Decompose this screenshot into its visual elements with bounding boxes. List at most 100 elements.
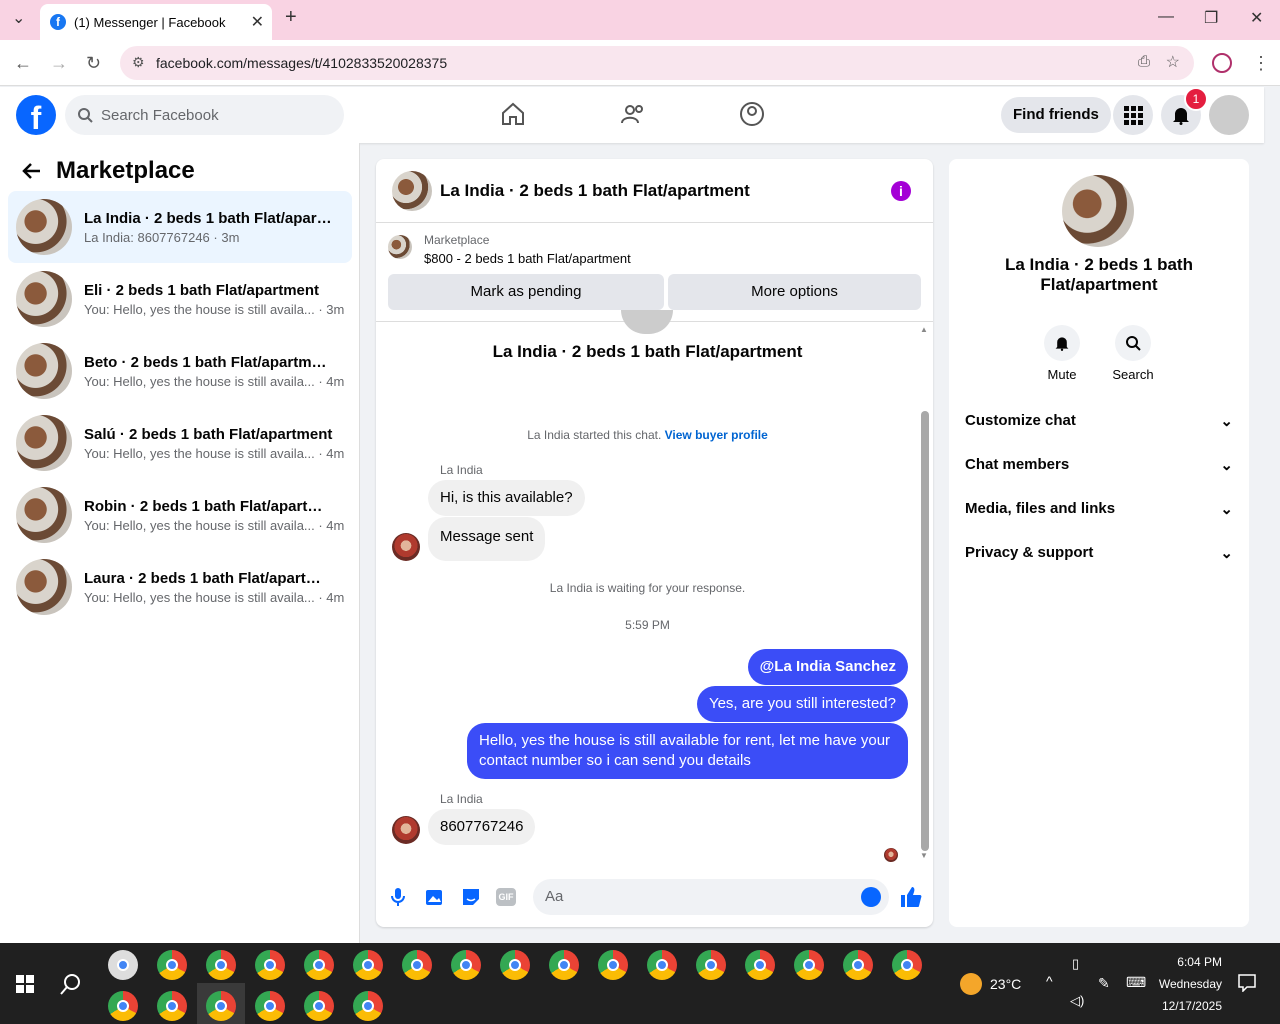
weather-icon[interactable] [960, 973, 982, 995]
chat-title[interactable]: La India · 2 beds 1 bath Flat/apartment [440, 181, 750, 201]
chrome-icon[interactable] [402, 950, 432, 980]
maximize-icon[interactable]: ❐ [1204, 8, 1218, 28]
chrome-icon[interactable] [794, 950, 824, 980]
conversation-item[interactable]: Eli · 2 beds 1 bath Flat/apartment You: H… [8, 263, 352, 335]
clock-date[interactable]: 12/17/2025 [1150, 999, 1222, 1013]
outgoing-message[interactable]: @La India Sanchez [747, 649, 908, 685]
chrome-icon[interactable] [304, 991, 334, 1021]
chrome-icon[interactable] [353, 950, 383, 980]
site-info-icon[interactable]: ⚙ [132, 54, 145, 71]
scroll-down-icon[interactable]: ▼ [920, 851, 928, 860]
microphone-icon[interactable] [390, 887, 406, 907]
chrome-icon[interactable] [598, 950, 628, 980]
notification-center-icon[interactable] [1238, 974, 1256, 992]
back-icon[interactable]: ← [14, 53, 32, 74]
view-buyer-profile-link[interactable]: View buyer profile [665, 428, 768, 442]
volume-icon[interactable]: ◁) [1070, 993, 1084, 1009]
reload-icon[interactable]: ↻ [86, 53, 101, 74]
windows-start-icon[interactable] [16, 975, 34, 993]
profile-icon[interactable] [1212, 53, 1232, 73]
weather-temp[interactable]: 23°C [990, 976, 1021, 992]
menu-dots-icon[interactable]: ⋮ [1252, 53, 1270, 74]
tray-chevron-icon[interactable]: ^ [1046, 973, 1053, 989]
taskbar-search-icon[interactable] [60, 973, 82, 995]
chat-thumbnail[interactable] [392, 170, 432, 211]
facebook-logo-icon[interactable]: f [16, 95, 56, 135]
incoming-message[interactable]: Hi, is this available? [428, 480, 585, 516]
incoming-message[interactable]: 8607767246 [428, 809, 536, 845]
friends-icon[interactable] [620, 101, 646, 127]
minimize-icon[interactable]: — [1158, 8, 1174, 26]
chrome-icon[interactable] [157, 991, 187, 1021]
outgoing-message[interactable]: Yes, are you still interested? [696, 686, 908, 722]
keyboard-icon[interactable]: ⌨ [1126, 974, 1146, 991]
network-icon[interactable]: ▯ [1072, 956, 1079, 972]
search-input[interactable]: Search Facebook [65, 95, 344, 135]
sticker-icon[interactable] [461, 887, 481, 907]
sender-avatar[interactable] [392, 816, 420, 844]
chrome-icon[interactable] [255, 950, 285, 980]
chrome-icon[interactable] [745, 950, 775, 980]
outgoing-message[interactable]: Hello, yes the house is still available … [467, 723, 908, 779]
account-avatar[interactable] [1209, 95, 1249, 135]
chrome-icon[interactable] [108, 991, 138, 1021]
groups-icon[interactable] [739, 101, 765, 127]
privacy-support-section[interactable]: Privacy & support ⌄ [965, 544, 1233, 562]
like-icon[interactable] [899, 885, 923, 909]
mute-button[interactable]: Mute [1032, 325, 1092, 382]
chrome-icon[interactable] [892, 950, 922, 980]
marketplace-listing-info[interactable]: Marketplace $800 - 2 beds 1 bath Flat/apa… [388, 233, 631, 266]
chrome-icon[interactable] [206, 950, 236, 980]
mark-pending-button[interactable]: Mark as pending [388, 274, 664, 310]
gif-icon[interactable]: GIF [496, 888, 516, 906]
new-tab-icon[interactable]: + [285, 6, 297, 29]
chrome-icon[interactable] [353, 991, 383, 1021]
chrome-icon[interactable] [255, 991, 285, 1021]
back-arrow-icon[interactable] [22, 161, 42, 181]
conversation-item[interactable]: Salú · 2 beds 1 bath Flat/apartment You: … [8, 407, 352, 479]
chrome-icon[interactable] [500, 950, 530, 980]
menu-grid-button[interactable] [1113, 95, 1153, 135]
listing-photo[interactable] [1062, 175, 1134, 247]
sender-avatar[interactable] [392, 533, 420, 561]
search-in-chat-button[interactable]: Search [1103, 325, 1163, 382]
tab-close-icon[interactable]: ✕ [251, 12, 264, 32]
conversation-item[interactable]: Robin · 2 beds 1 bath Flat/apartment You:… [8, 479, 352, 551]
chrome-icon[interactable] [451, 950, 481, 980]
info-icon[interactable]: i [891, 181, 911, 201]
scrollbar-thumb[interactable] [921, 411, 929, 851]
browser-tab[interactable]: f (1) Messenger | Facebook ✕ [40, 4, 272, 40]
tab-list-icon[interactable]: ⌄ [12, 8, 25, 28]
message-input[interactable]: Aa [533, 879, 889, 915]
customize-chat-section[interactable]: Customize chat ⌄ [965, 412, 1233, 430]
bookmark-star-icon[interactable]: ☆ [1166, 52, 1180, 72]
conversation-item[interactable]: Laura · 2 beds 1 bath Flat/apartment You:… [8, 551, 352, 623]
pen-icon[interactable]: ✎ [1098, 975, 1110, 992]
install-icon[interactable]: ⎙ [1138, 53, 1150, 70]
more-options-button[interactable]: More options [668, 274, 921, 310]
emoji-icon[interactable] [861, 887, 881, 907]
conversation-item[interactable]: La India · 2 beds 1 bath Flat/apart... La… [8, 191, 352, 263]
chrome-icon[interactable] [157, 950, 187, 980]
clock-time[interactable]: 6:04 PM [1150, 955, 1222, 969]
media-files-section[interactable]: Media, files and links ⌄ [965, 500, 1233, 518]
url-input[interactable]: ⚙ facebook.com/messages/t/41028335200283… [120, 46, 1194, 80]
chrome-icon[interactable] [304, 950, 334, 980]
forward-icon[interactable]: → [50, 53, 68, 74]
chrome-icon[interactable] [206, 991, 236, 1021]
conversation-item[interactable]: Beto · 2 beds 1 bath Flat/apartment You: … [8, 335, 352, 407]
scrollbar[interactable]: ▲ ▼ [919, 325, 929, 860]
close-window-icon[interactable]: ✕ [1250, 8, 1263, 28]
taskbar-app-icon[interactable] [108, 950, 138, 980]
clock-day[interactable]: Wednesday [1150, 977, 1222, 991]
incoming-message[interactable]: Message sent [428, 517, 546, 561]
home-icon[interactable] [500, 101, 526, 127]
find-friends-button[interactable]: Find friends [1001, 97, 1111, 133]
chrome-icon[interactable] [843, 950, 873, 980]
chrome-icon[interactable] [549, 950, 579, 980]
photo-icon[interactable] [425, 887, 445, 907]
chat-members-section[interactable]: Chat members ⌄ [965, 456, 1233, 474]
chrome-icon[interactable] [647, 950, 677, 980]
scroll-up-icon[interactable]: ▲ [920, 325, 928, 334]
chrome-icon[interactable] [696, 950, 726, 980]
